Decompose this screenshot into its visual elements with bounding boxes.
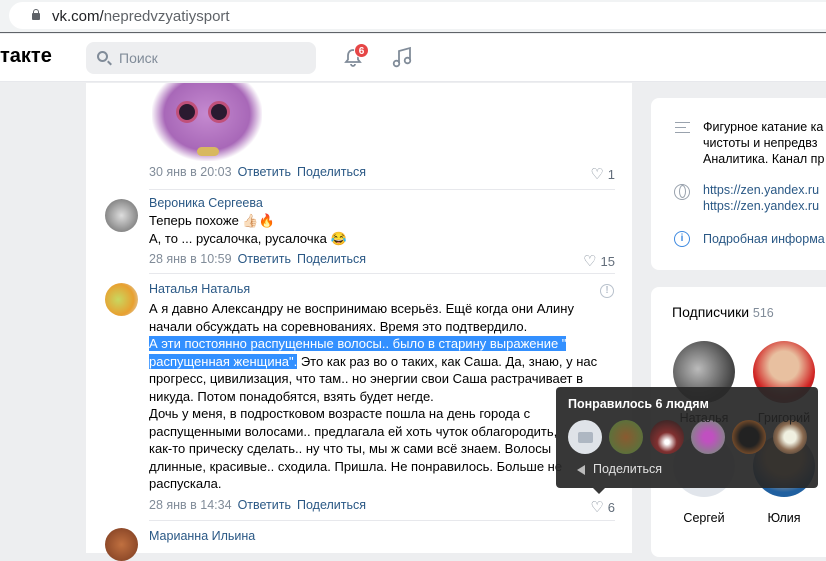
logo[interactable]: такте [0, 45, 52, 68]
heart-icon: ♡ [590, 166, 604, 183]
comments-panel: 30 янв в 20:03 Ответить Поделиться ♡ 1 Веро… [86, 83, 632, 561]
description-icon [675, 122, 690, 133]
notifications-badge: 6 [354, 43, 369, 58]
comment-text-line: начали обсуждать на соревнованиях. Время… [149, 318, 528, 334]
divider [149, 520, 615, 521]
comment-text-line: прогресс, цивилизация, что там.. но энер… [149, 371, 583, 386]
liker-avatar[interactable] [568, 420, 602, 454]
subscriber-name[interactable]: Сергей [664, 511, 744, 525]
music-icon[interactable] [392, 46, 412, 68]
likes-tooltip: Понравилось 6 людям Поделиться [556, 387, 818, 494]
description-line: Аналитика. Канал пр [703, 152, 825, 166]
comment-author[interactable]: Вероника Сергеева [149, 196, 263, 210]
liker-avatar[interactable] [609, 420, 643, 454]
subscriber-name[interactable]: Наталья [664, 411, 744, 425]
megaphone-icon [572, 464, 585, 475]
share-label: Поделиться [593, 462, 663, 476]
comment-text-line: А я давно Александру не воспринимаю всер… [149, 301, 574, 316]
description-line: Фигурное катание ка [703, 120, 824, 134]
report-icon[interactable]: ! [600, 284, 614, 298]
url-host: vk.com/ [52, 8, 104, 25]
like-count: 15 [600, 254, 615, 269]
search-placeholder: Поиск [119, 50, 158, 66]
selected-text: распущенная женщина". [149, 353, 298, 369]
comment-text-line: распускала. [149, 476, 222, 491]
share-link[interactable]: Поделиться [297, 165, 366, 179]
divider [149, 189, 615, 190]
sticker-image [152, 83, 262, 161]
info-card: Фигурное катание ка чистоты и непредвз А… [651, 98, 826, 270]
heart-icon: ♡ [590, 499, 604, 516]
share-link[interactable]: Поделиться [297, 498, 366, 512]
subscriber-name[interactable]: Григорий [744, 411, 824, 425]
tooltip-share-button[interactable]: Поделиться [572, 462, 662, 476]
comment-date[interactable]: 30 янв в 20:03 [149, 165, 232, 179]
comment-text-line: как-то прическу сделать.. ну что ты, мы … [149, 441, 552, 456]
search-input[interactable]: Поиск [86, 42, 316, 74]
search-icon [97, 51, 108, 62]
avatar[interactable] [105, 283, 138, 316]
vk-header: такте Поиск 6 [0, 34, 826, 82]
comment-text-line: никуда. Потом понадобятся, взять будет н… [149, 388, 434, 404]
comment-date[interactable]: 28 янв в 14:34 [149, 498, 232, 512]
reply-link[interactable]: Ответить [238, 252, 291, 266]
website-link[interactable]: https://zen.yandex.ru [703, 183, 819, 198]
subscriber-name[interactable]: Юлия [744, 511, 824, 525]
avatar[interactable] [105, 199, 138, 232]
url-path: nepredvzyatiysport [103, 8, 230, 25]
url-field[interactable]: vk.com/nepredvzyatiysport [9, 2, 826, 29]
like-count: 6 [607, 500, 615, 515]
comment-text-line: Дочь у меня, в подростковом возрасте пош… [149, 406, 531, 421]
comment-text-line: Теперь похоже 👍🏻🔥 [149, 213, 275, 228]
browser-address-bar: vk.com/nepredvzyatiysport [0, 0, 826, 33]
comment-author[interactable]: Наталья Наталья [149, 282, 250, 296]
subscribers-count: 516 [752, 306, 774, 320]
subscribers-card: Подписчики 516 Наталья Григорий Сергей Ю… [651, 287, 826, 557]
avatar[interactable] [105, 528, 138, 561]
description-line: чистоты и непредвз [703, 136, 818, 150]
reply-link[interactable]: Ответить [238, 498, 291, 512]
globe-icon [674, 184, 690, 200]
subscribers-title[interactable]: Подписчики [672, 304, 749, 320]
like-button[interactable]: ♡ 6 [590, 498, 615, 516]
like-button[interactable]: ♡ 15 [583, 252, 615, 270]
selected-text: А эти постоянно распущенные волосы.. был… [149, 336, 567, 351]
liker-avatar[interactable] [732, 420, 766, 454]
website-link[interactable]: https://zen.yandex.ru [703, 199, 819, 214]
comment-text-line: длинные, красивые.. сходила. Пришла. Не … [149, 458, 563, 474]
heart-icon: ♡ [583, 253, 597, 270]
like-count: 1 [607, 167, 615, 182]
divider [149, 273, 615, 274]
share-link[interactable]: Поделиться [297, 252, 366, 266]
comment-date[interactable]: 28 янв в 10:59 [149, 252, 232, 266]
comment-text-line: распущенными волосами.. предлагала ей хо… [149, 423, 558, 439]
likes-tooltip-title[interactable]: Понравилось 6 людям [568, 397, 709, 411]
comment-text: Это как раз во о таких, как Саша. Да, зн… [297, 353, 598, 369]
comment-text-line: А, то ... русалочка, русалочка 😂 [149, 231, 347, 246]
lock-icon [32, 9, 40, 20]
liker-avatar[interactable] [691, 420, 725, 454]
liker-avatar[interactable] [773, 420, 807, 454]
like-button[interactable]: ♡ 1 [590, 165, 615, 183]
info-icon: i [674, 231, 690, 247]
more-info-link[interactable]: Подробная информа [703, 232, 825, 247]
reply-link[interactable]: Ответить [238, 165, 291, 179]
camera-icon [577, 432, 593, 443]
liker-avatar[interactable] [650, 420, 684, 454]
